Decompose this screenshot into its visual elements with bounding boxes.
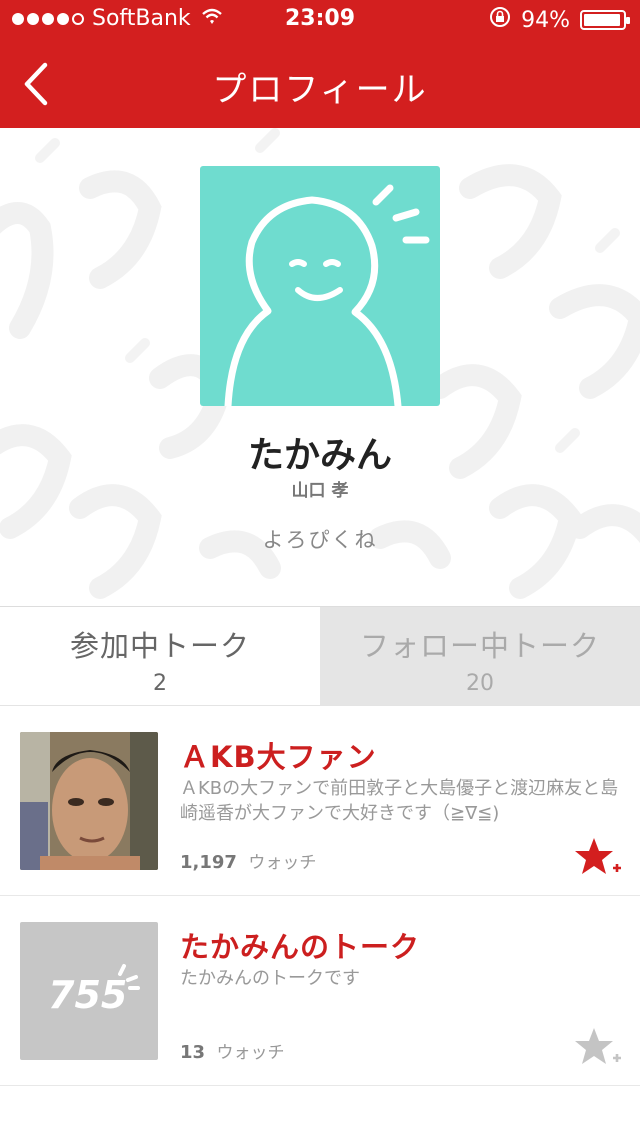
star-add-icon: [575, 1028, 621, 1064]
navigation-bar: プロフィール: [0, 40, 640, 128]
battery-icon: [580, 10, 630, 30]
talk-list: ＡKB大ファン ＡKBの大ファンで前田敦子と大島優子と渡辺麻友と島崎遥香が大ファ…: [0, 706, 640, 1086]
profile-bio: よろぴくね: [262, 528, 378, 552]
talk-description: たかみんのトークです: [180, 968, 360, 989]
watch-number: 1,197: [180, 852, 237, 873]
svg-text:755: 755: [48, 973, 127, 1017]
talk-tabs: 参加中トーク 2 フォロー中トーク 20: [0, 606, 640, 706]
rotation-lock-icon: [489, 6, 511, 34]
tab-count: 2: [153, 671, 167, 696]
status-right: 94%: [489, 6, 630, 34]
talk-title: ＡKB大ファン: [180, 740, 377, 774]
star-add-icon: [575, 838, 621, 874]
tab-label: 参加中トーク: [69, 629, 250, 663]
talk-thumbnail: [20, 732, 158, 870]
talk-list-item[interactable]: 755 たかみんのトーク たかみんのトークです 13 ウォッチ: [0, 896, 640, 1086]
page-title: プロフィール: [212, 70, 428, 110]
favorite-button[interactable]: [574, 1026, 622, 1070]
watch-label: ウォッチ: [248, 853, 317, 873]
talk-watch-count: 13 ウォッチ: [180, 1038, 284, 1063]
status-bar: SoftBank 23:09 94%: [0, 0, 640, 40]
favorite-button[interactable]: [574, 836, 622, 880]
profile-header: たかみん 山口 孝 よろぴくね: [0, 128, 640, 606]
talk-thumbnail: 755: [20, 922, 158, 1060]
battery-percent: 94%: [521, 7, 570, 33]
user-photo: [20, 732, 158, 870]
talk-title: たかみんのトーク: [180, 930, 421, 964]
talk-watch-count: 1,197 ウォッチ: [180, 848, 316, 873]
tab-count: 20: [466, 671, 494, 696]
755-logo-icon: 755: [48, 964, 140, 1017]
watch-number: 13: [180, 1042, 206, 1063]
talk-description: ＡKBの大ファンで前田敦子と大島優子と渡辺麻友と島崎遥香が大ファンで大好きです（…: [180, 778, 619, 824]
tab-joined-talks[interactable]: 参加中トーク 2: [0, 607, 320, 705]
avatar-illustration: [224, 184, 430, 406]
profile-real-name: 山口 孝: [291, 481, 349, 501]
tab-following-talks[interactable]: フォロー中トーク 20: [320, 607, 640, 705]
tab-label: フォロー中トーク: [359, 629, 600, 663]
profile-name: たかみん: [247, 435, 392, 476]
watch-label: ウォッチ: [216, 1043, 285, 1063]
profile-avatar[interactable]: [200, 166, 440, 406]
talk-list-item[interactable]: ＡKB大ファン ＡKBの大ファンで前田敦子と大島優子と渡辺麻友と島崎遥香が大ファ…: [0, 706, 640, 896]
